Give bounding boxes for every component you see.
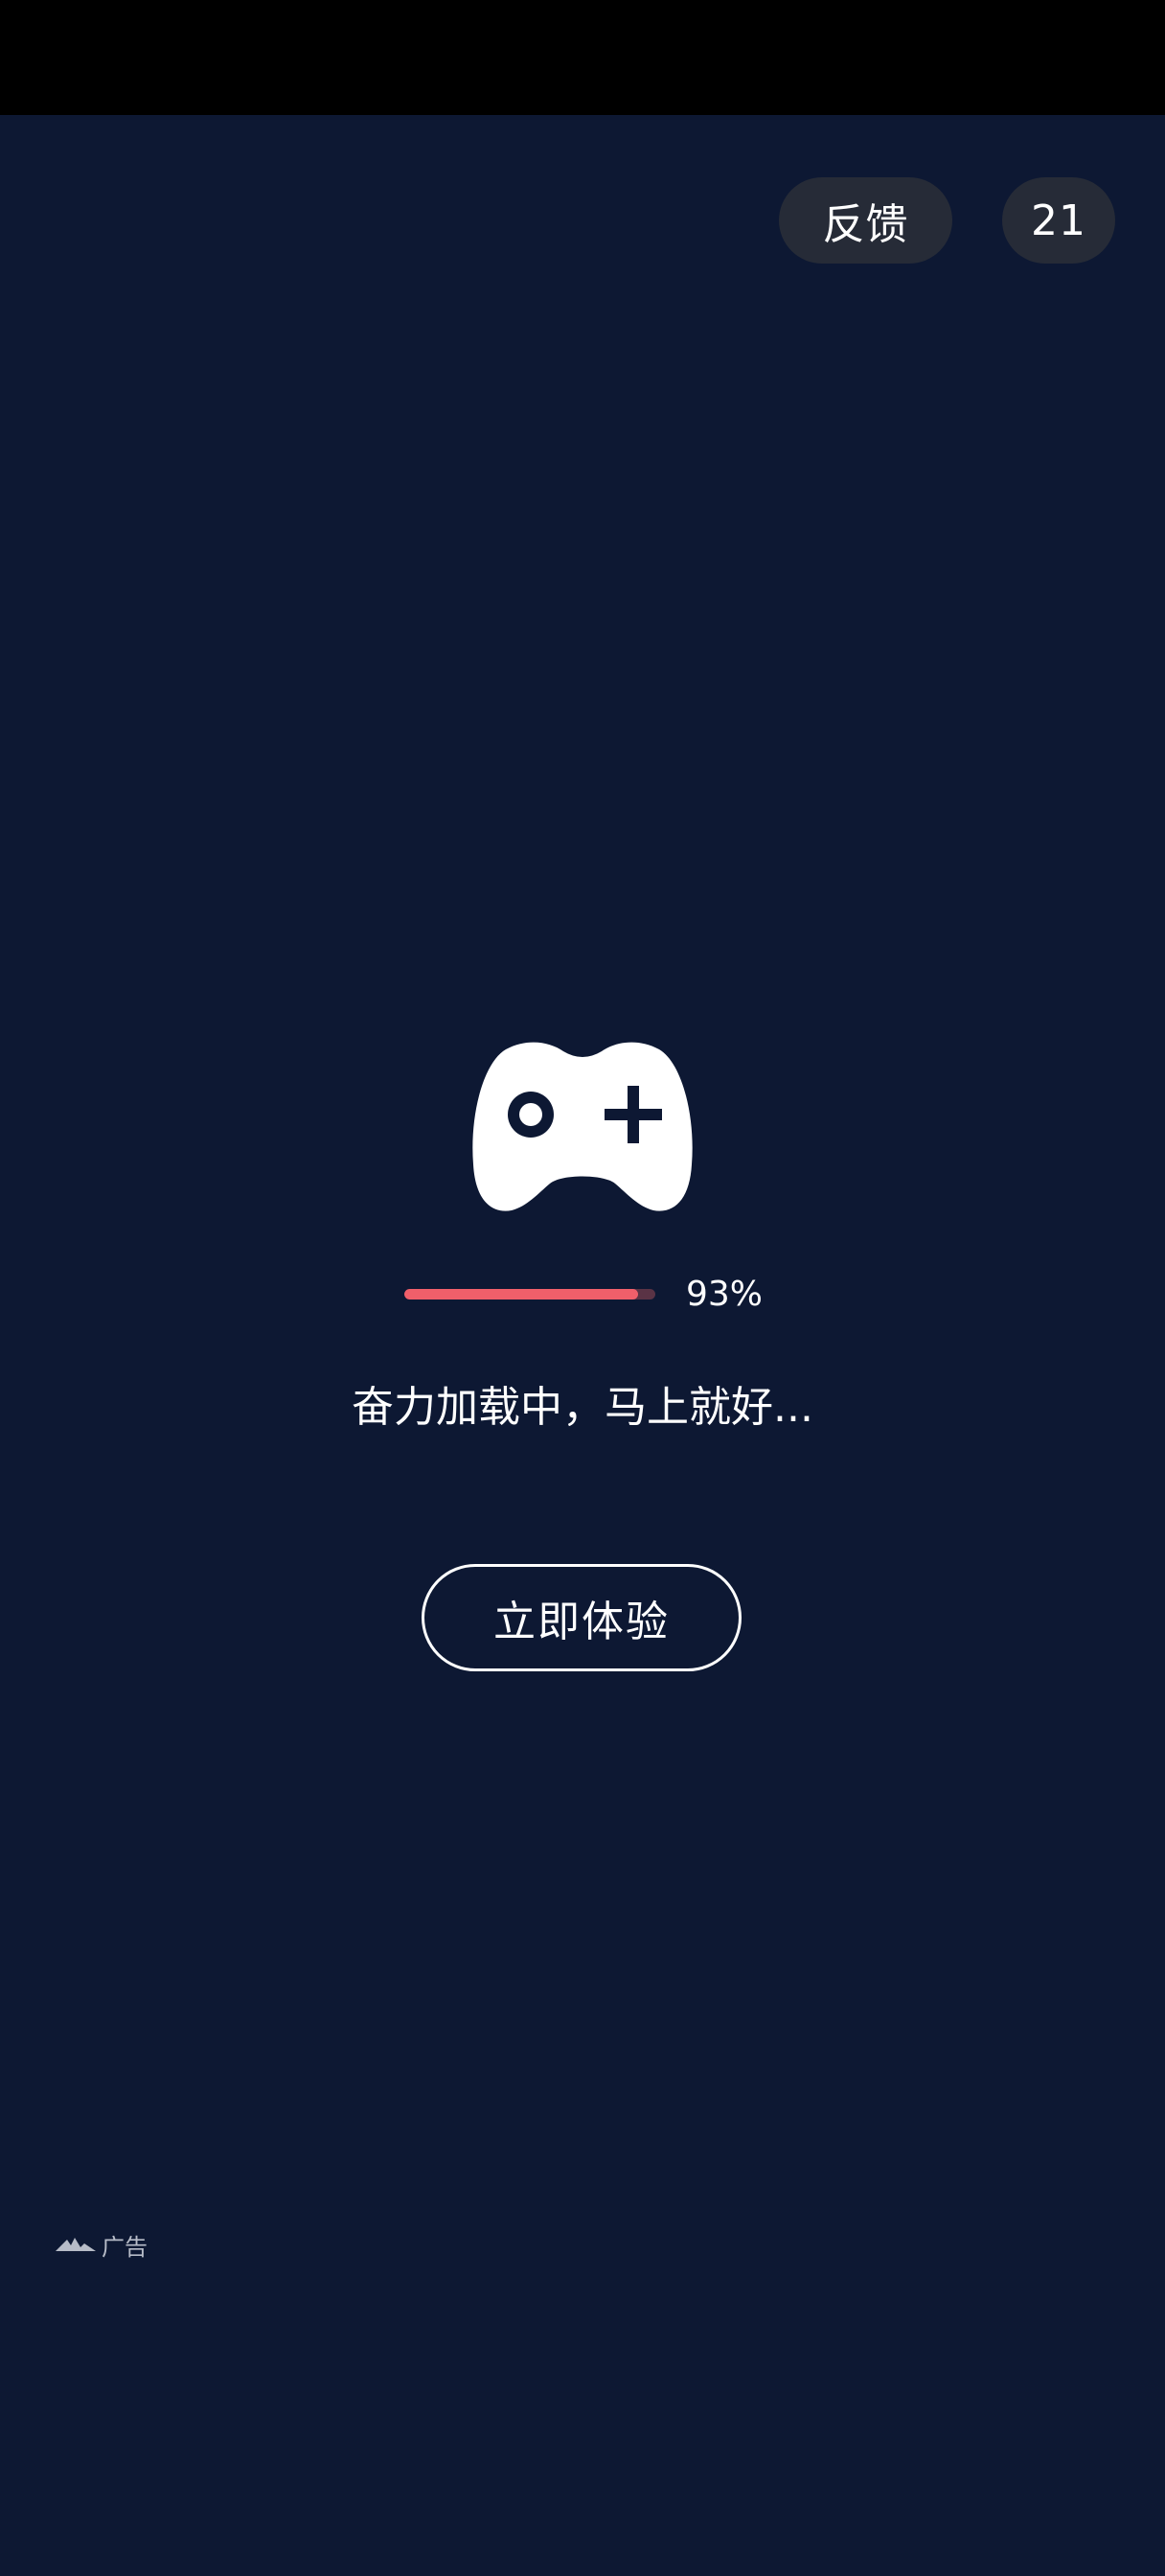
loading-progress-fill (404, 1289, 638, 1300)
loading-message: 奋力加载中，马上就好... (352, 1383, 813, 1432)
loading-progress-bar (404, 1289, 655, 1300)
countdown-skip-button[interactable]: 21 (1002, 177, 1115, 264)
status-bar (0, 0, 1165, 115)
gamepad-icon (472, 1042, 693, 1211)
ad-logo-icon (56, 2238, 96, 2251)
try-now-button[interactable]: 立即体验 (422, 1564, 742, 1671)
feedback-button[interactable]: 反馈 (779, 177, 952, 264)
ad-badge: 广告 (54, 2227, 148, 2262)
ad-label: 广告 (102, 2233, 148, 2261)
loading-percent: 93% (686, 1275, 764, 1314)
